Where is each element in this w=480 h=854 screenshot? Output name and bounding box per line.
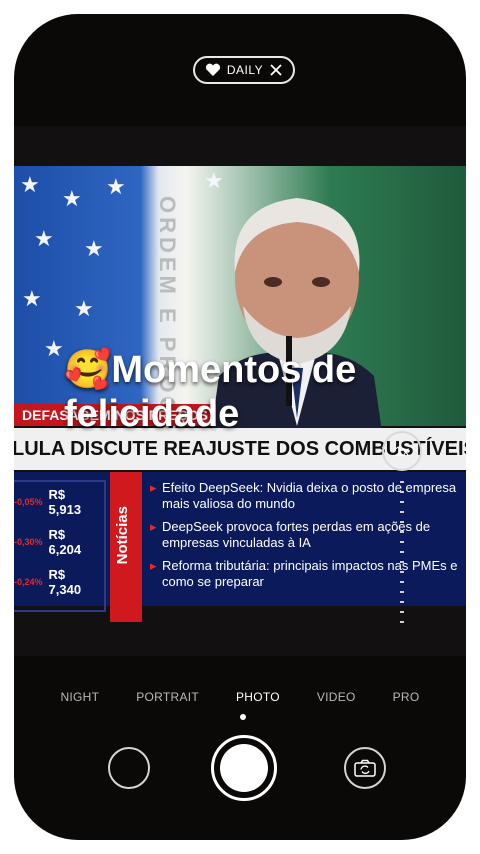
camera-viewfinder[interactable]: ★ ★ ★ ★ ★ ★ ★ ★ ★ ORDEM E PROGRESSO DEFA… (14, 126, 466, 656)
smiling-hearts-emoji: 🥰 (64, 349, 112, 391)
mode-night[interactable]: NIGHT (60, 690, 99, 704)
flag-star: ★ (106, 174, 126, 199)
stock-value: R$ 7,340 (48, 567, 82, 597)
heart-icon (205, 63, 220, 76)
mode-photo[interactable]: PHOTO (236, 690, 280, 704)
news-list: Efeito DeepSeek: Nvidia deixa o posto de… (150, 480, 466, 597)
stock-value: R$ 6,204 (48, 527, 82, 557)
zoom-slider-track[interactable] (400, 481, 404, 631)
zoom-button[interactable]: 1x (382, 431, 422, 471)
flag-star: ★ (20, 172, 40, 197)
stock-row: -0,24% R$ 7,340 (14, 562, 104, 602)
mode-pro[interactable]: PRO (393, 690, 420, 704)
news-ticker-panel: -0,05% R$ 5,913 -0,30% R$ 6,204 -0,24% R… (14, 472, 466, 622)
active-mode-indicator (240, 714, 246, 720)
gallery-thumbnail-button[interactable] (108, 747, 150, 789)
flag-star: ★ (84, 236, 104, 261)
stock-value: R$ 5,913 (48, 487, 82, 517)
flag-star: ★ (34, 226, 54, 251)
shutter-button[interactable] (211, 735, 277, 801)
camera-mode-selector: NIGHT PORTRAIT PHOTO VIDEO PRO (14, 690, 466, 704)
story-caption: 🥰Momentos de felicidade (64, 348, 424, 436)
flip-camera-icon (354, 759, 376, 777)
mode-video[interactable]: VIDEO (317, 690, 356, 704)
stock-row: -0,30% R$ 6,204 (14, 522, 104, 562)
flag-star: ★ (62, 186, 82, 211)
mode-portrait[interactable]: PORTRAIT (136, 690, 199, 704)
news-item: Reforma tributária: principais impactos … (150, 558, 466, 590)
news-tab-label: Notícias (114, 506, 131, 565)
daily-label: DAILY (226, 63, 264, 77)
flag-star: ★ (22, 286, 42, 311)
flag-star: ★ (74, 296, 94, 321)
camera-app: DAILY ★ ★ ★ ★ ★ ★ ★ ★ ★ ORDEM E PROGRESS… (14, 14, 466, 840)
news-item: Efeito DeepSeek: Nvidia deixa o posto de… (150, 480, 466, 512)
stock-change: -0,24% (14, 577, 43, 587)
stock-change: -0,30% (14, 537, 43, 547)
close-icon[interactable] (269, 63, 283, 77)
shutter-inner (220, 744, 268, 792)
stock-row: -0,05% R$ 5,913 (14, 482, 104, 522)
flag-star: ★ (44, 336, 64, 361)
stock-panel: -0,05% R$ 5,913 -0,30% R$ 6,204 -0,24% R… (14, 480, 106, 612)
zoom-label: 1x (394, 443, 410, 459)
news-tab: Notícias (110, 472, 142, 622)
stock-change: -0,05% (14, 497, 43, 507)
flip-camera-button[interactable] (344, 747, 386, 789)
daily-badge[interactable]: DAILY (193, 56, 295, 84)
news-item: DeepSeek provoca fortes perdas em ações … (150, 519, 466, 551)
